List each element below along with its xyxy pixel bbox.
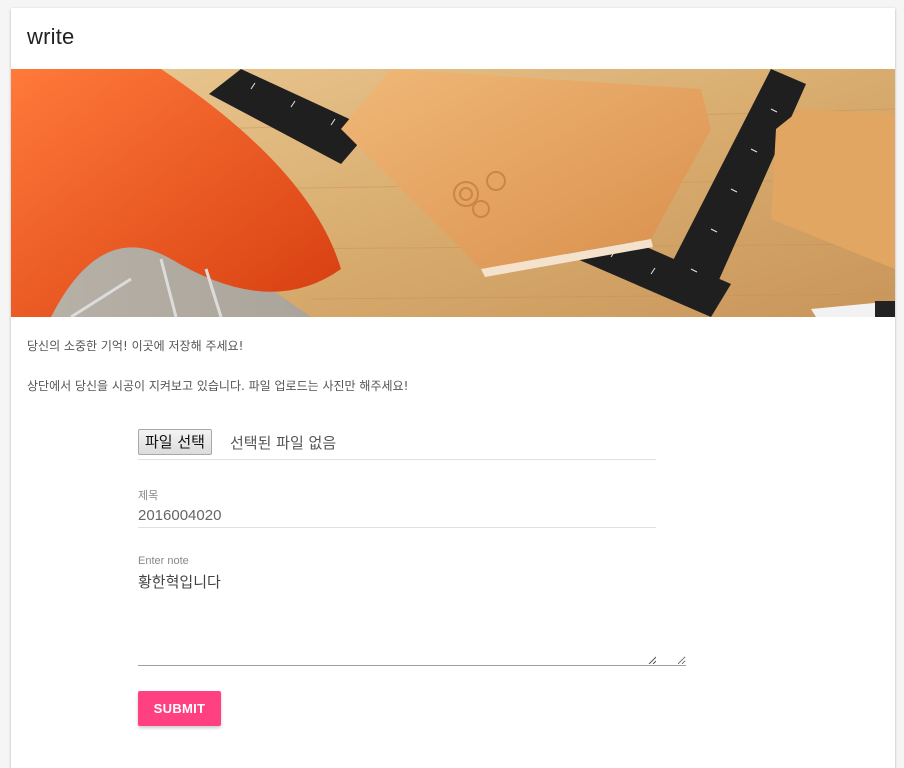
title-input[interactable] — [138, 503, 656, 528]
resize-grip-icon[interactable] — [648, 656, 656, 664]
file-upload-field: 파일 선택 선택된 파일 없음 — [138, 429, 656, 460]
title-label: 제목 — [138, 490, 159, 502]
description-line-2: 상단에서 당신을 시공이 지켜보고 있습니다. 파일 업로드는 사진만 해주세요… — [27, 379, 409, 393]
card-title: write — [27, 24, 75, 49]
file-status-text: 선택된 파일 없음 — [230, 434, 337, 452]
file-select-button[interactable]: 파일 선택 — [138, 429, 212, 455]
description-line-1: 당신의 소중한 기억! 이곳에 저장해 주세요! — [27, 339, 244, 353]
hero-image — [11, 69, 895, 317]
submit-button[interactable]: SUBMIT — [138, 691, 221, 726]
note-label: Enter note — [138, 555, 189, 567]
note-textarea[interactable]: 황한혁입니다 — [138, 571, 686, 666]
